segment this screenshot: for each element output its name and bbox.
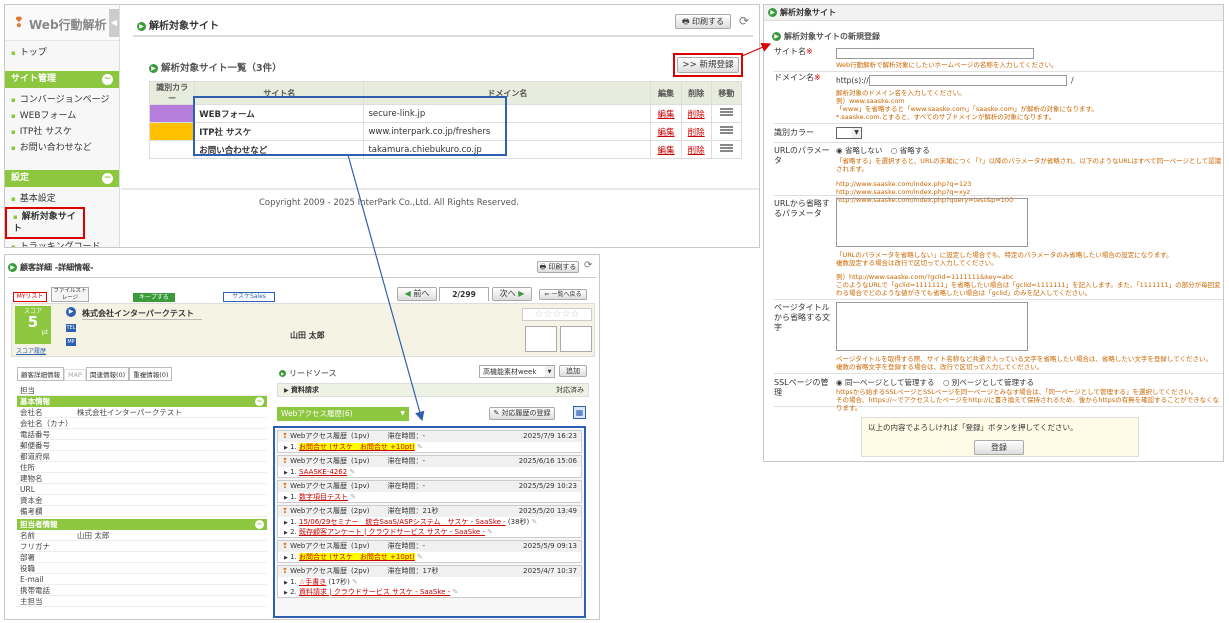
red-arrow [741,42,772,57]
connector-arrows [347,42,772,422]
blue-arrow [347,154,425,422]
